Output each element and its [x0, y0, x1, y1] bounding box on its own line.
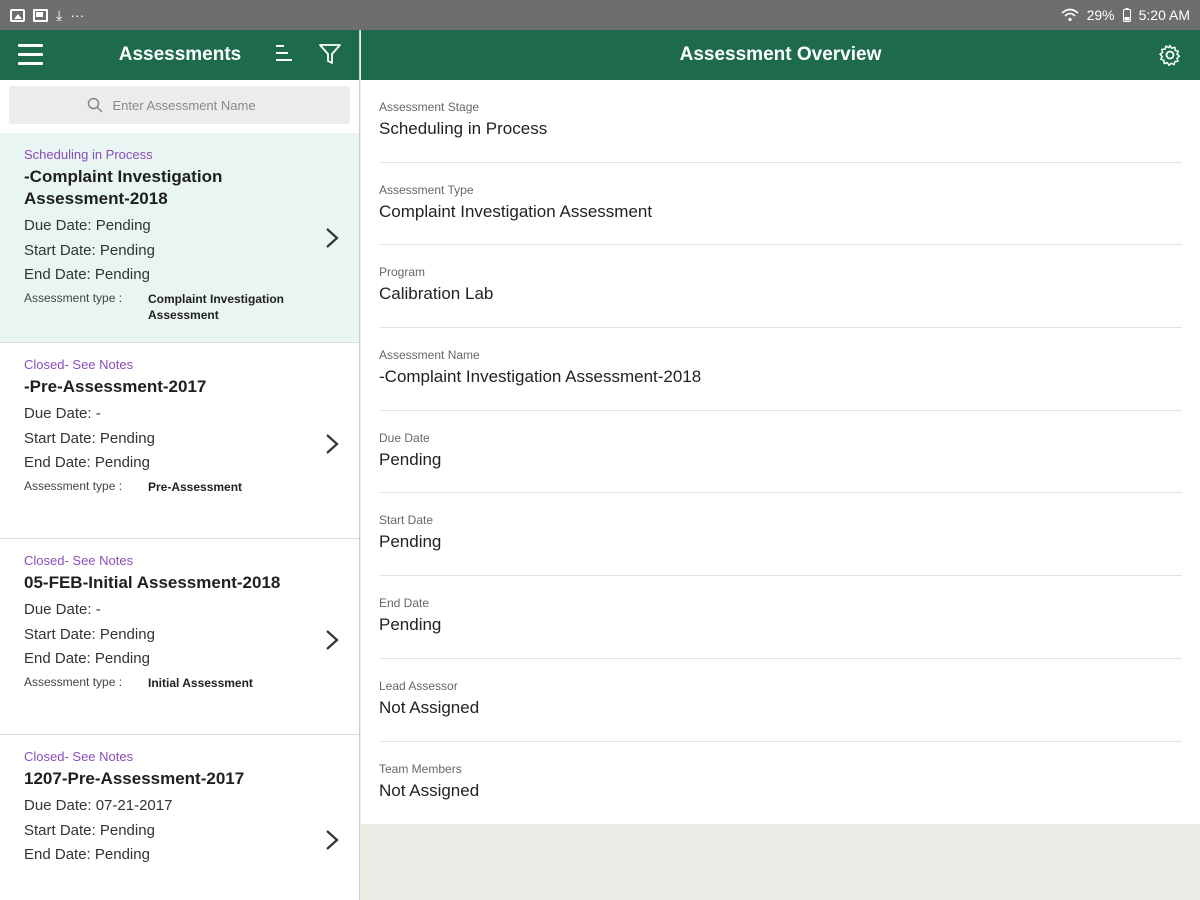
item-type-value: Complaint Investigation Assessment [148, 291, 285, 322]
list-title: Assessments [118, 44, 242, 65]
battery-percent: 29% [1086, 7, 1115, 23]
item-title: 05-FEB-Initial Assessment-2018 [24, 573, 281, 592]
list-item[interactable]: Closed- See Notes 05-FEB-Initial Assessm… [0, 539, 359, 735]
item-start-date: Start Date: Pending [24, 429, 155, 447]
item-type-value: Initial Assessment [148, 675, 253, 690]
field-label: Team Members [379, 761, 462, 776]
field-program: Program Calibration Lab [379, 245, 1182, 329]
field-end-date: End Date Pending [379, 576, 1182, 659]
field-start-date: Start Date Pending [379, 493, 1182, 577]
field-lead-assessor: Lead Assessor Not Assigned [379, 659, 1182, 742]
gallery-icon [10, 8, 25, 22]
overview-title: Assessment Overview [679, 44, 882, 65]
item-end-date: End Date: Pending [24, 846, 150, 863]
chevron-right-icon[interactable] [325, 433, 339, 455]
item-title: -Complaint Investigation Assessment-2018 [24, 167, 223, 208]
search-icon [87, 97, 103, 113]
sort-icon[interactable] [276, 45, 294, 65]
field-value: Pending [379, 532, 442, 552]
clock: 5:20 AM [1138, 7, 1190, 23]
field-label: Program [379, 265, 426, 280]
field-value: Scheduling in Process [379, 119, 548, 138]
chevron-right-icon[interactable] [325, 227, 339, 249]
field-label: Assessment Name [379, 348, 480, 363]
download-icon: ⤓ [56, 7, 63, 23]
field-assessment-type: Assessment Type Complaint Investigation … [379, 163, 1182, 246]
item-due-date: Due Date: Pending [24, 217, 151, 234]
item-start-date: Start Date: Pending [24, 241, 155, 259]
item-type-row: Assessment type : Initial Assessment [24, 675, 335, 691]
chevron-right-icon[interactable] [325, 629, 339, 651]
assessment-list: Scheduling in Process -Complaint Investi… [0, 133, 359, 900]
list-app-bar: Assessments [0, 30, 359, 80]
list-item[interactable]: Closed- See Notes -Pre-Assessment-2017 D… [0, 343, 359, 539]
field-label: Start Date [379, 513, 434, 528]
field-label: Due Date [379, 430, 430, 445]
field-value: -Complaint Investigation Assessment-2018 [379, 367, 702, 387]
field-label: End Date [379, 596, 430, 611]
item-due-date: Due Date: 07-21-2017 [24, 797, 173, 814]
field-value: Not Assigned [379, 780, 480, 800]
item-end-date: End Date: Pending [24, 650, 150, 667]
field-label: Assessment Type [379, 182, 474, 197]
item-end-date: End Date: Pending [24, 266, 150, 283]
item-type-label: Assessment type : [24, 478, 123, 493]
chevron-right-icon[interactable] [325, 829, 339, 851]
list-item[interactable]: Closed- See Notes 1207-Pre-Assessment-20… [0, 735, 359, 900]
item-start-date: Start Date: Pending [24, 625, 155, 643]
item-stage: Closed- See Notes [24, 553, 134, 568]
item-type-label: Assessment type : [24, 674, 123, 689]
item-type-row: Assessment type : Complaint Investigatio… [24, 291, 335, 323]
field-value: Pending [379, 615, 442, 635]
field-value: Calibration Lab [379, 284, 494, 304]
item-title: -Pre-Assessment-2017 [24, 377, 207, 396]
item-type-value: Pre-Assessment [148, 479, 243, 494]
field-due-date: Due Date Pending [379, 411, 1182, 494]
search-bar[interactable] [9, 86, 350, 124]
field-value: Pending [379, 449, 442, 469]
overview-details: Assessment Stage Scheduling in Process A… [361, 80, 1200, 825]
wifi-icon [1061, 8, 1079, 22]
field-value: Not Assigned [379, 697, 480, 717]
item-stage: Scheduling in Process [24, 147, 153, 162]
item-stage: Closed- See Notes [24, 357, 134, 372]
status-bar: ⤓ ··· 29% 5:20 AM [0, 0, 1200, 30]
assessment-list-panel: Assessments Scheduling in Process -Compl… [0, 30, 360, 900]
item-end-date: End Date: Pending [24, 454, 150, 471]
overview-app-bar: Assessment Overview [361, 30, 1200, 80]
field-value: Complaint Investigation Assessment [379, 201, 653, 221]
message-icon [33, 8, 48, 22]
gear-icon[interactable] [1158, 43, 1182, 67]
field-assessment-stage: Assessment Stage Scheduling in Process [379, 80, 1182, 163]
item-type-row: Assessment type : Pre-Assessment [24, 479, 335, 495]
assessment-overview-panel: Assessment Overview Assessment Stage Sch… [361, 30, 1200, 900]
item-title: 1207-Pre-Assessment-2017 [24, 769, 245, 788]
item-type-label: Assessment type : [24, 290, 123, 305]
filter-icon[interactable] [318, 42, 342, 66]
field-team-members: Team Members Not Assigned [379, 742, 1182, 825]
field-assessment-name: Assessment Name -Complaint Investigation… [379, 328, 1182, 411]
more-icon: ··· [70, 7, 85, 23]
battery-icon [1122, 8, 1131, 22]
search-input[interactable] [112, 97, 273, 113]
field-label: Lead Assessor [379, 678, 458, 693]
item-due-date: Due Date: - [24, 405, 101, 422]
field-label: Assessment Stage [379, 100, 480, 114]
list-item[interactable]: Scheduling in Process -Complaint Investi… [0, 133, 359, 343]
item-start-date: Start Date: Pending [24, 821, 155, 839]
item-stage: Closed- See Notes [24, 749, 134, 764]
item-due-date: Due Date: - [24, 601, 101, 618]
